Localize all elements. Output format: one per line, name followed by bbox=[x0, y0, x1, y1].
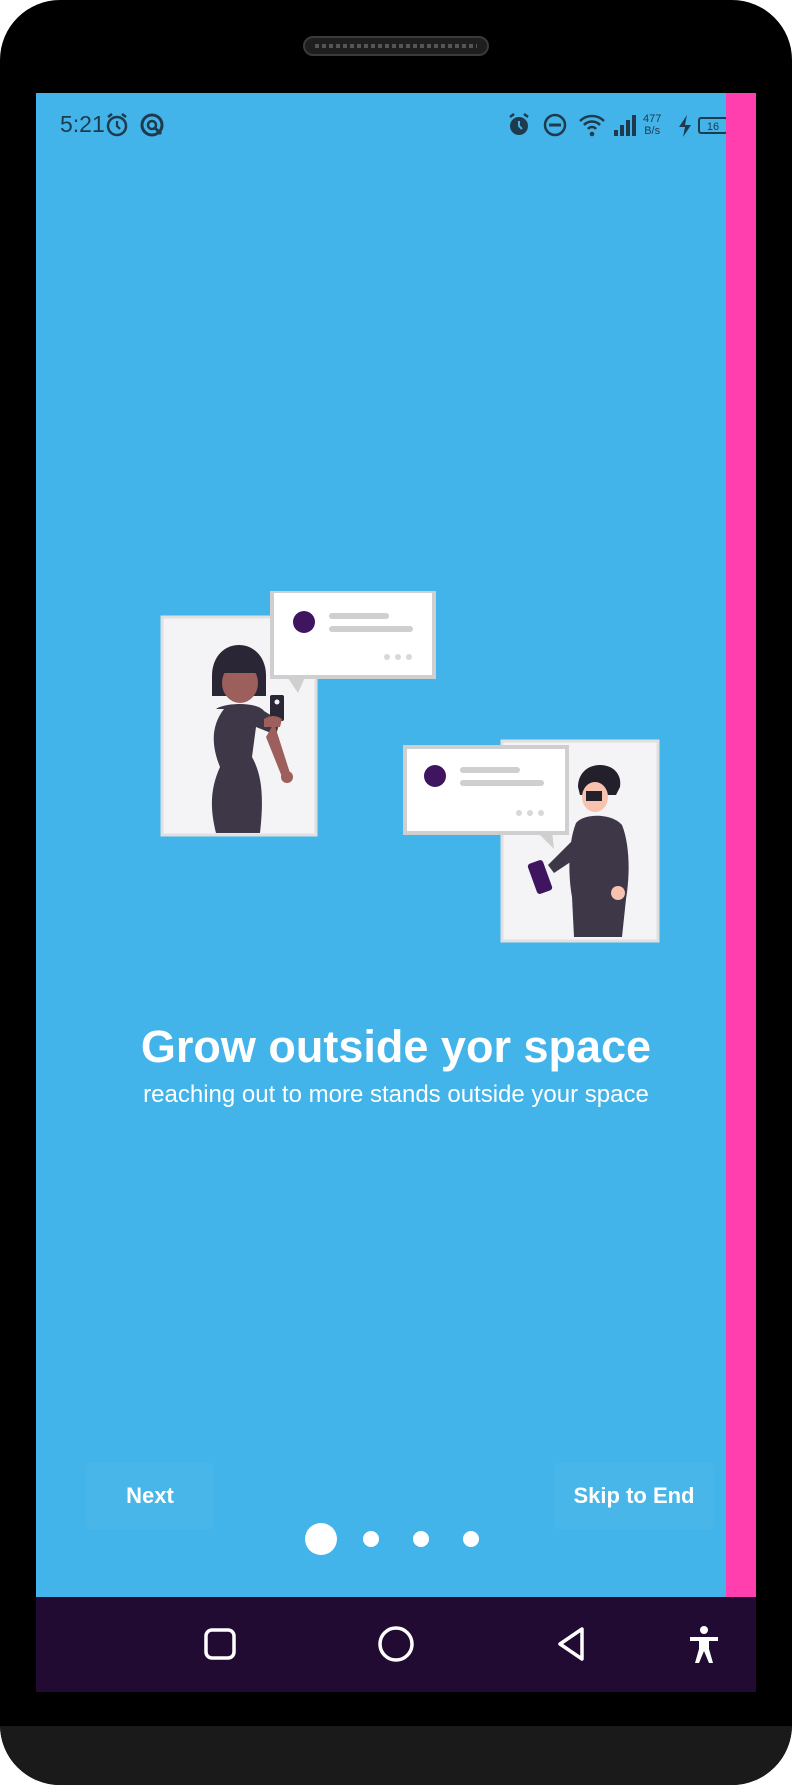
onboarding-title: Grow outside yor space bbox=[140, 1021, 652, 1072]
do-not-disturb-icon bbox=[543, 113, 567, 137]
home-icon[interactable] bbox=[373, 1621, 419, 1667]
next-button[interactable]: Next bbox=[86, 1463, 214, 1529]
page-dot-1[interactable] bbox=[305, 1523, 337, 1555]
battery-icon: 16 bbox=[698, 117, 728, 134]
left-chat-bubble bbox=[270, 591, 436, 693]
network-speed-unit: B/s bbox=[644, 125, 661, 137]
onboarding-subtitle: reaching out to more stands outside your… bbox=[143, 1081, 649, 1108]
network-speed: 477 B/s bbox=[643, 113, 661, 137]
battery-level: 16 bbox=[706, 121, 720, 133]
sync-icon bbox=[140, 113, 164, 137]
right-chat-bubble bbox=[403, 745, 569, 849]
alarm-icon bbox=[509, 113, 529, 135]
signal-icon bbox=[614, 115, 636, 136]
system-nav-bar bbox=[36, 1597, 756, 1692]
page-dot-2[interactable] bbox=[363, 1531, 379, 1547]
charging-icon bbox=[679, 115, 691, 137]
app-screen: 5:21 477 B/s 16 Grow outside yor space r… bbox=[36, 93, 756, 1692]
accessibility-icon[interactable] bbox=[681, 1621, 727, 1667]
alarm-icon bbox=[106, 113, 128, 137]
wifi-icon bbox=[579, 114, 605, 137]
status-bar: 5:21 477 B/s 16 bbox=[36, 93, 728, 159]
speaker-grille bbox=[303, 36, 489, 56]
onboarding-illustration bbox=[160, 591, 660, 943]
back-icon[interactable] bbox=[549, 1621, 595, 1667]
skip-to-end-button[interactable]: Skip to End bbox=[554, 1463, 714, 1529]
network-speed-value: 477 bbox=[643, 113, 662, 125]
recent-apps-icon[interactable] bbox=[197, 1621, 243, 1667]
status-time: 5:21 bbox=[60, 111, 105, 137]
accent-bar bbox=[726, 93, 756, 1597]
page-dot-4[interactable] bbox=[463, 1531, 479, 1547]
phone-bottom-bezel bbox=[0, 1726, 792, 1785]
phone-frame: 5:21 477 B/s 16 Grow outside yor space r… bbox=[0, 0, 792, 1785]
page-dot-3[interactable] bbox=[413, 1531, 429, 1547]
